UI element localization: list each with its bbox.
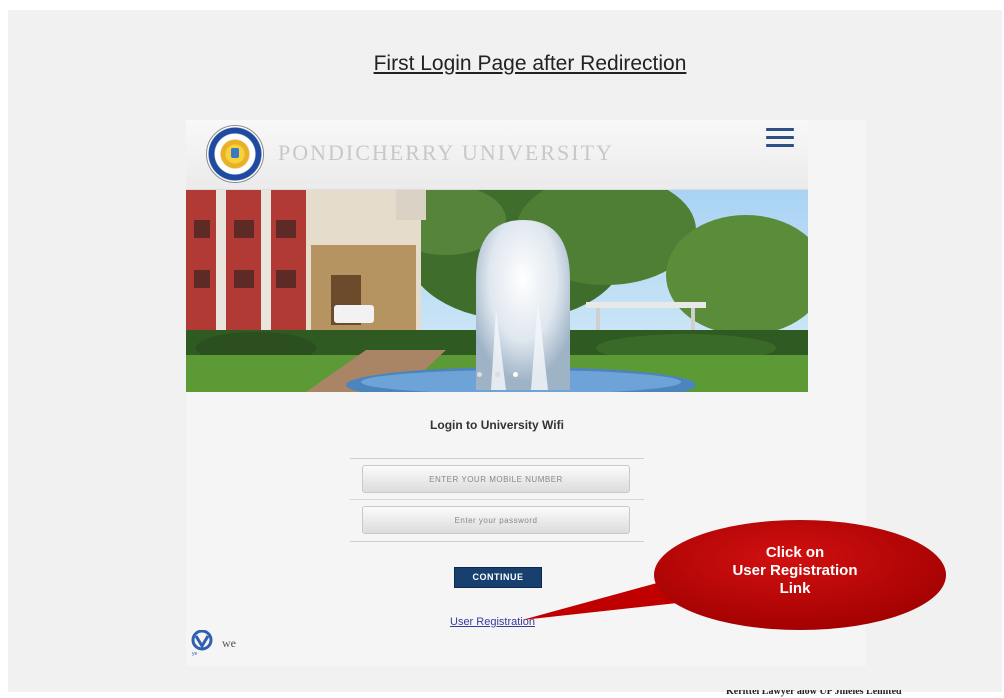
continue-button[interactable]: CONTINUE (454, 567, 542, 588)
form-divider (350, 499, 644, 500)
carousel-dot-2[interactable] (495, 372, 500, 377)
login-heading: Login to University Wifi (430, 418, 564, 432)
slide-title: First Login Page after Redirection (373, 52, 687, 75)
site-header: Pondicherry University (186, 120, 808, 190)
carousel-dot-3[interactable] (513, 372, 518, 377)
user-registration-link[interactable]: User Registration (450, 616, 535, 628)
campus-hero-image (186, 190, 808, 392)
campus-photo (186, 190, 808, 392)
callout-line-2: User Registration (732, 562, 858, 579)
callout-text: Click on User Registration Link (700, 544, 890, 598)
mobile-number-input[interactable] (362, 465, 630, 493)
university-name: Pondicherry University (278, 140, 614, 165)
callout-line-1: Click on (765, 544, 825, 561)
callout-line-3: Link (779, 580, 811, 597)
university-seal-icon (206, 125, 264, 183)
login-form (350, 458, 644, 542)
ye-logo-icon: ye (191, 630, 213, 656)
password-input[interactable] (362, 506, 630, 534)
hamburger-menu-icon[interactable] (766, 128, 794, 150)
carousel-dot-1[interactable] (477, 372, 482, 377)
we-logo-icon: we (222, 636, 236, 650)
svg-text:ye: ye (192, 651, 198, 656)
